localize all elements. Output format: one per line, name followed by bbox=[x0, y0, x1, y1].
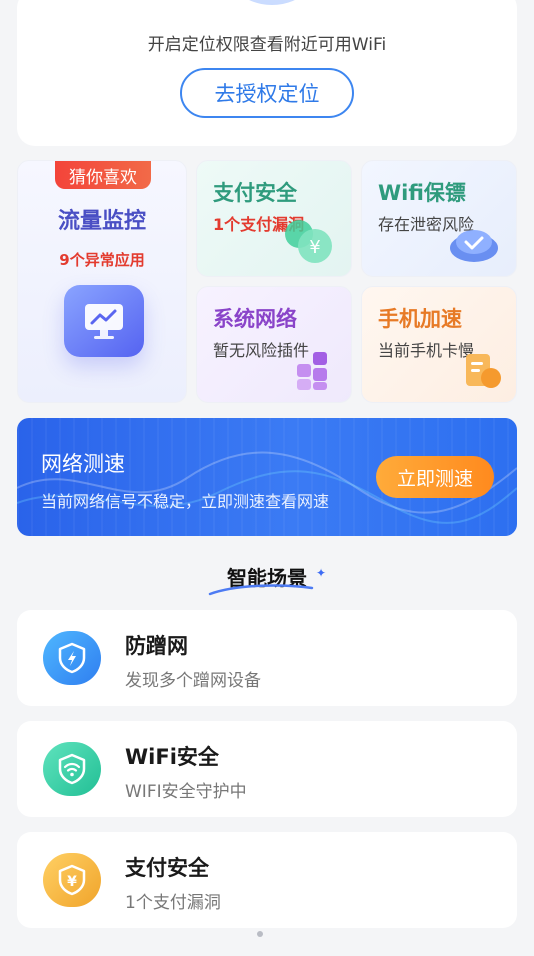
page-indicator-dot bbox=[257, 931, 263, 937]
tile-title: 手机加速 bbox=[378, 307, 462, 331]
scene-card-wifi-security[interactable]: WiFi安全 WIFI安全守护中 bbox=[17, 721, 517, 817]
banner-title: 网络测速 bbox=[41, 452, 125, 476]
scene-subtitle: 发现多个蹭网设备 bbox=[125, 671, 261, 691]
tile-title: 流量监控 bbox=[57, 209, 146, 234]
shield-yen-icon: ¥ bbox=[43, 853, 101, 907]
sparkle-icon: ✦ bbox=[316, 566, 327, 580]
svg-text:¥: ¥ bbox=[309, 237, 320, 258]
tile-title: 支付安全 bbox=[213, 181, 297, 205]
scene-title: 支付安全 bbox=[125, 856, 209, 880]
location-message: 开启定位权限查看附近可用WiFi bbox=[147, 35, 387, 55]
app-grid-icon bbox=[293, 348, 339, 396]
authorize-location-button[interactable]: 去授权定位 bbox=[180, 68, 354, 118]
payment-security-tile[interactable]: 支付安全 1个支付漏洞 ¥ bbox=[196, 160, 352, 277]
monitor-chart-icon bbox=[64, 285, 144, 357]
tile-subtitle: 9个异常应用 bbox=[59, 251, 145, 269]
yen-coin-icon: ¥ bbox=[281, 216, 339, 270]
banner-subtitle: 当前网络信号不稳定，立即测速查看网速 bbox=[41, 492, 330, 511]
scene-card-payment-security[interactable]: ¥ 支付安全 1个支付漏洞 bbox=[17, 832, 517, 928]
scene-subtitle: 1个支付漏洞 bbox=[125, 893, 221, 913]
svg-text:¥: ¥ bbox=[67, 874, 77, 890]
traffic-monitor-tile[interactable]: 猜你喜欢 流量监控 9个异常应用 bbox=[17, 160, 187, 403]
scene-title: WiFi安全 bbox=[125, 745, 219, 769]
location-illustration bbox=[217, 0, 327, 5]
wifi-guard-tile[interactable]: Wifi保镖 存在泄密风险 bbox=[361, 160, 517, 277]
tile-title: Wifi保镖 bbox=[378, 181, 466, 205]
tile-title: 系统网络 bbox=[213, 307, 297, 331]
shield-lightning-icon bbox=[43, 631, 101, 685]
shield-check-icon bbox=[444, 218, 504, 270]
system-network-tile[interactable]: 系统网络 暂无风险插件 bbox=[196, 286, 352, 403]
phone-speedup-tile[interactable]: 手机加速 当前手机卡慢 bbox=[361, 286, 517, 403]
start-speed-test-button[interactable]: 立即测速 bbox=[376, 456, 494, 498]
scene-subtitle: WIFI安全守护中 bbox=[125, 782, 247, 802]
heading-underline-decoration bbox=[208, 584, 314, 596]
location-permission-card: 开启定位权限查看附近可用WiFi 去授权定位 bbox=[17, 0, 517, 146]
rocket-doc-icon bbox=[458, 348, 504, 396]
speed-test-banner: 网络测速 当前网络信号不稳定，立即测速查看网速 立即测速 bbox=[17, 418, 517, 536]
shield-wifi-icon bbox=[43, 742, 101, 796]
recommend-badge: 猜你喜欢 bbox=[55, 161, 151, 189]
scene-title: 防蹭网 bbox=[125, 634, 188, 658]
scene-card-anti-leech[interactable]: 防蹭网 发现多个蹭网设备 bbox=[17, 610, 517, 706]
